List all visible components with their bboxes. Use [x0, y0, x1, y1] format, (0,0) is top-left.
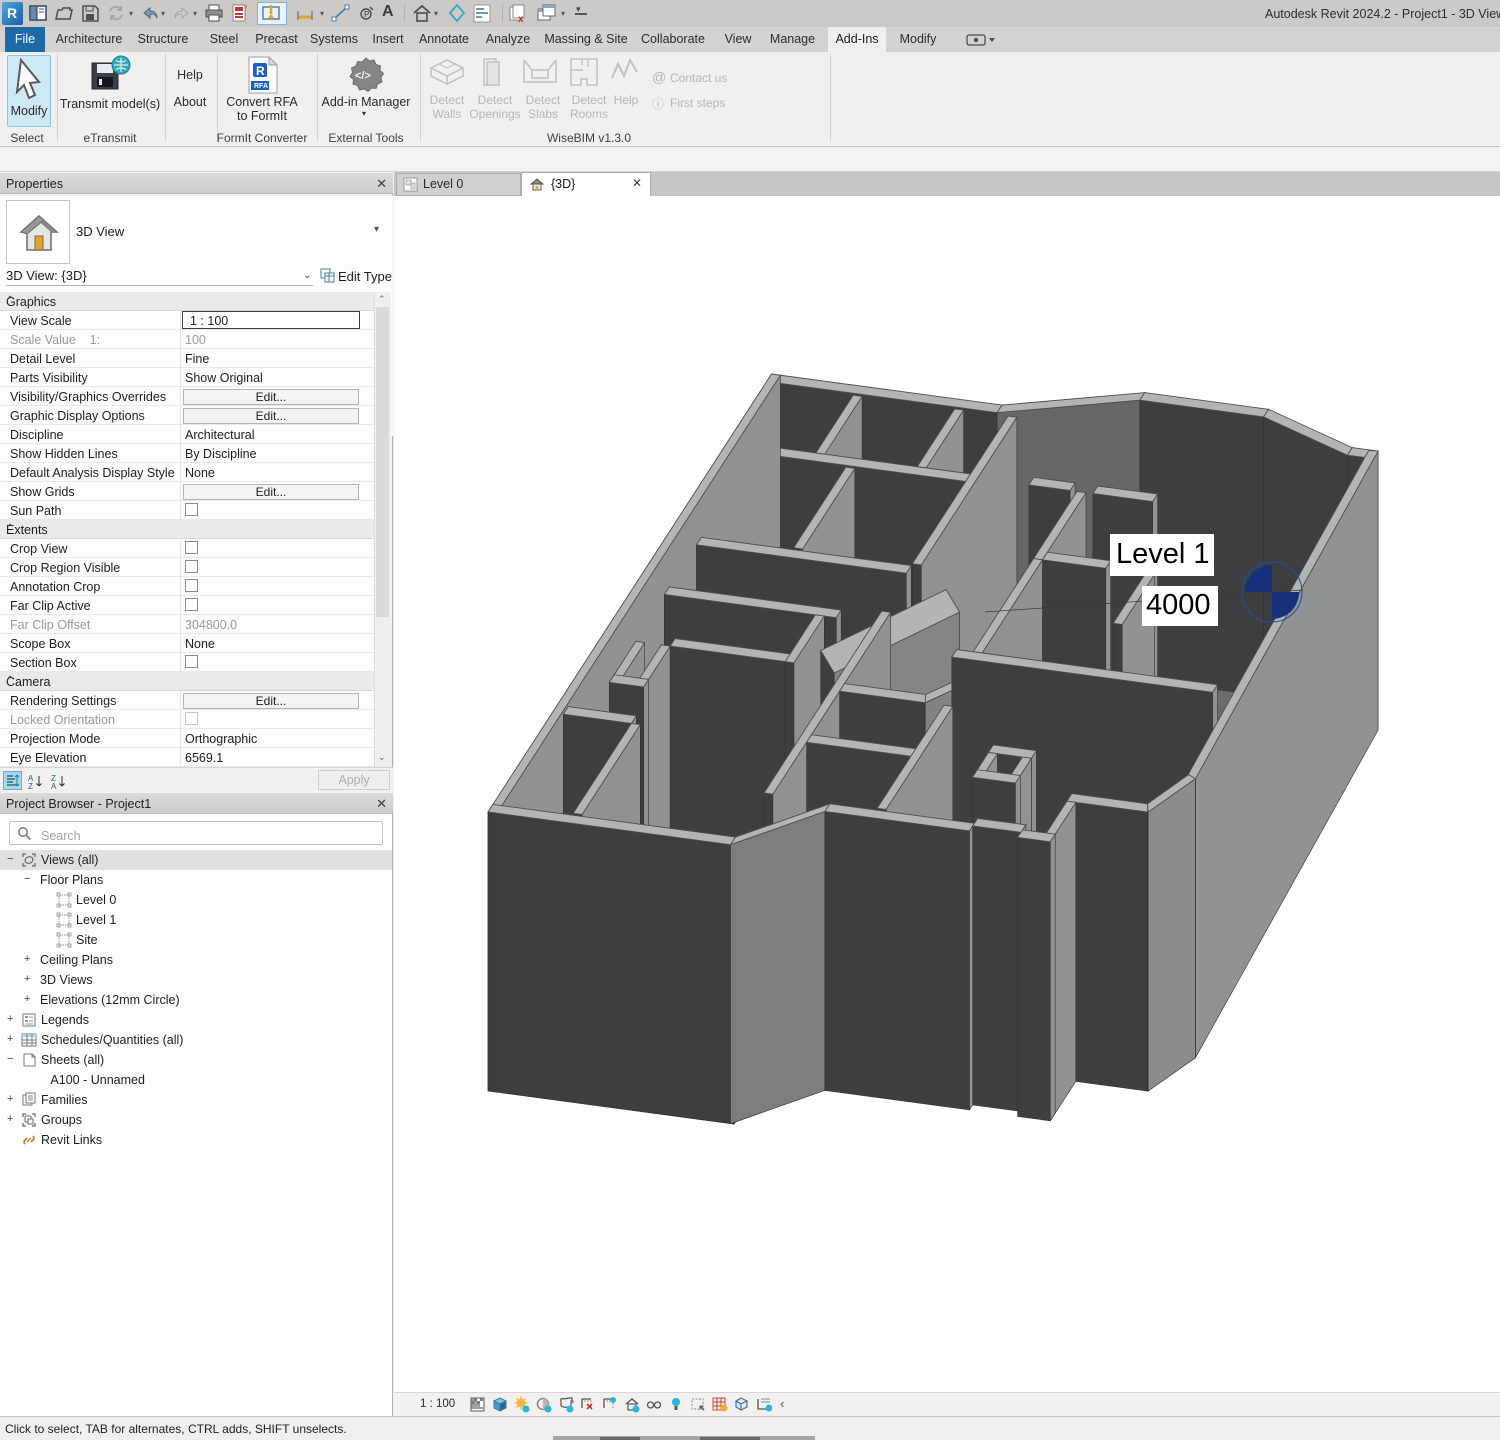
- svg-text:x: x: [518, 14, 524, 24]
- svg-text:Z: Z: [28, 782, 33, 790]
- svg-text:</>: </>: [355, 70, 371, 82]
- svg-text:A: A: [51, 782, 57, 790]
- svg-text:P: P: [364, 10, 369, 19]
- svg-text:RFA: RFA: [254, 83, 268, 90]
- svg-text:R: R: [256, 64, 265, 78]
